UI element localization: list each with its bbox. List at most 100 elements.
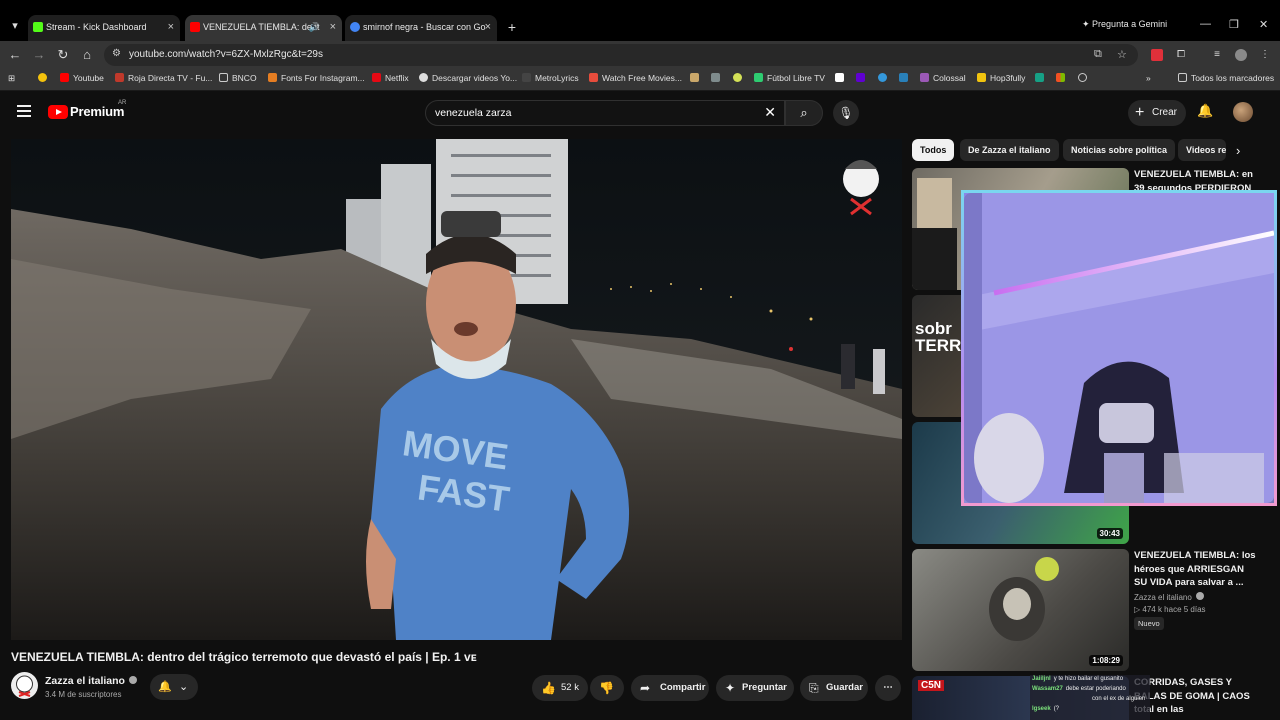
bookmark-item[interactable]: Youtube	[60, 73, 104, 83]
chevron-right-icon[interactable]: ›	[1236, 143, 1240, 158]
tab-search-list-icon[interactable]: ≡	[1211, 49, 1223, 61]
bookmark-item[interactable]: Colossal	[920, 73, 966, 83]
chip-todos[interactable]: Todos	[912, 139, 955, 161]
gemini-label: Pregunta a Gemini	[1092, 19, 1168, 29]
bookmark-icon-only[interactable]	[835, 73, 848, 83]
bookmark-folder[interactable]: BNCO	[219, 73, 257, 83]
channel-name[interactable]: Zazza el italiano	[45, 675, 137, 687]
back-arrow-icon[interactable]: ←	[7, 47, 23, 63]
apps-grid-icon[interactable]: ⊞	[8, 73, 15, 84]
url-text[interactable]: youtube.com/watch?v=6ZX-MxlzRgc&t=29s	[129, 49, 323, 60]
chip-videos[interactable]: Videos re	[1178, 139, 1226, 161]
bookmark-icon-only[interactable]	[1078, 73, 1091, 83]
clear-search-icon[interactable]: ✕	[764, 104, 776, 121]
verified-check-icon	[128, 676, 137, 684]
page-scrollbar[interactable]	[1272, 96, 1278, 720]
microsoft-icon	[1056, 73, 1065, 82]
site-icon	[899, 73, 908, 82]
tab-google-search[interactable]: smirnof negra - Buscar con Go ×	[345, 15, 497, 41]
close-tab-icon[interactable]: ×	[485, 15, 491, 39]
more-menu-icon[interactable]: ⋮	[1259, 49, 1271, 61]
bookmark-label: BNCO	[232, 73, 257, 83]
extension-red-icon[interactable]	[1151, 49, 1163, 61]
more-actions-button[interactable]: ⋯	[875, 675, 901, 701]
close-tab-icon[interactable]: ×	[330, 15, 336, 39]
site-info-icon[interactable]: ⚙	[112, 48, 121, 59]
bookmark-icon-only[interactable]	[899, 73, 912, 83]
video-frame: MOVE FAST	[11, 139, 902, 640]
channel-avatar[interactable]	[11, 672, 38, 699]
subscription-bell-button[interactable]: 🔔 ⌄	[150, 674, 198, 700]
bookmark-star-icon[interactable]: ☆	[1117, 48, 1127, 61]
microphone-icon[interactable]: 🎙	[833, 100, 859, 126]
chip-de-zazza[interactable]: De Zazza el italiano	[960, 139, 1059, 161]
bookmark-item[interactable]: Descargar videos Yo...	[419, 73, 517, 83]
bookmark-icon-only[interactable]	[690, 73, 703, 83]
create-button[interactable]: + Crear	[1128, 100, 1186, 126]
chat-text: y te hizo bailar el gusanito	[1053, 676, 1124, 682]
tab-youtube-video[interactable]: VENEZUELA TIEMBLA: dent 🔊 ×	[185, 15, 342, 41]
profile-avatar-icon[interactable]	[1235, 49, 1247, 61]
related-thumbnail[interactable]: 1:08:29	[912, 549, 1129, 671]
forward-arrow-icon[interactable]: →	[31, 47, 47, 63]
bookmark-item[interactable]	[38, 73, 51, 83]
bookmark-icon-only[interactable]	[878, 73, 891, 83]
bookmark-item[interactable]: MetroLyrics	[522, 73, 579, 83]
search-icon[interactable]: ⌕	[785, 100, 823, 126]
bookmarks-bar: ⊞ Youtube Roja Directa TV - Fu... BNCO F…	[0, 69, 1280, 91]
bookmark-item[interactable]: Netflix	[372, 73, 409, 83]
restore-icon[interactable]: ❐	[1229, 18, 1239, 31]
like-button[interactable]: 👍 52 k	[532, 675, 588, 701]
close-window-icon[interactable]: ✕	[1259, 18, 1268, 31]
extensions-puzzle-icon[interactable]: ⧠	[1175, 49, 1187, 61]
chip-noticias-politica[interactable]: Noticias sobre política	[1063, 139, 1176, 161]
futbol-icon	[754, 73, 763, 82]
ask-button[interactable]: ✦ Preguntar	[716, 675, 794, 701]
sparkle-icon: ✦	[725, 681, 736, 695]
ask-label: Preguntar	[742, 682, 787, 693]
search-input[interactable]: venezuela zarza	[435, 107, 511, 119]
omnibox[interactable]: ⚙ youtube.com/watch?v=6ZX-MxlzRgc&t=29s …	[104, 44, 1138, 66]
reload-icon[interactable]: ↻	[55, 47, 71, 63]
dislike-button[interactable]: 👎	[590, 675, 624, 701]
minimize-icon[interactable]: —	[1200, 18, 1211, 30]
tab-kick-dashboard[interactable]: Stream - Kick Dashboard ×	[28, 15, 180, 41]
thumbs-down-icon: 👎	[599, 681, 614, 695]
tab-search-icon[interactable]: ▾	[6, 17, 24, 35]
share-button[interactable]: ➦ Compartir	[631, 675, 709, 701]
notifications-bell-icon[interactable]: 🔔	[1197, 103, 1213, 119]
save-label: Guardar	[826, 682, 863, 693]
bookmark-icon-only[interactable]	[1035, 73, 1048, 83]
bookmark-icon-only[interactable]	[1056, 73, 1069, 83]
bookmarks-overflow-icon[interactable]: »	[1146, 73, 1151, 83]
search-box[interactable]: venezuela zarza ✕	[425, 100, 785, 126]
bookmark-item[interactable]: Fonts For Instagram...	[268, 73, 365, 83]
account-avatar[interactable]	[1233, 102, 1253, 122]
related-channel[interactable]: Zazza el italiano	[1134, 592, 1204, 602]
new-tab-plus-icon[interactable]: +	[504, 19, 520, 35]
bookmark-item[interactable]: Hop3fully	[977, 73, 1025, 83]
kick-favicon-icon	[33, 22, 43, 32]
bookmark-icon-only[interactable]	[733, 73, 746, 83]
fonts-icon	[268, 73, 277, 82]
logo-text: Premium	[70, 104, 125, 119]
speaker-icon[interactable]: 🔊	[309, 15, 320, 39]
install-app-icon[interactable]: ⧉	[1094, 48, 1102, 61]
related-title[interactable]: CORRIDAS, GASES Y BALAS DE GOMA | CAOS t…	[1134, 676, 1259, 720]
download-icon	[419, 73, 428, 82]
save-button[interactable]: ⎘ Guardar	[800, 675, 868, 701]
bookmark-item[interactable]: Watch Free Movies...	[589, 73, 682, 83]
related-title[interactable]: VENEZUELA TIEMBLA: los héroes que ARRIES…	[1134, 549, 1259, 590]
bookmark-item[interactable]: Roja Directa TV - Fu...	[115, 73, 212, 83]
close-tab-icon[interactable]: ×	[168, 15, 174, 39]
bookmark-item[interactable]: Fútbol Libre TV	[754, 73, 825, 83]
home-icon[interactable]: ⌂	[79, 47, 95, 63]
gemini-button[interactable]: ✦ Pregunta a Gemini	[1082, 19, 1167, 30]
bookmark-icon-only[interactable]	[711, 73, 724, 83]
video-player[interactable]: MOVE FAST	[11, 139, 902, 640]
bookmark-icon-only[interactable]	[856, 73, 869, 83]
bookmark-label: Roja Directa TV - Fu...	[128, 73, 213, 83]
menu-hamburger-icon[interactable]	[17, 105, 31, 117]
all-bookmarks-folder[interactable]: Todos los marcadores	[1178, 73, 1274, 83]
related-meta: ▷ 474 k hace 5 días	[1134, 605, 1206, 614]
